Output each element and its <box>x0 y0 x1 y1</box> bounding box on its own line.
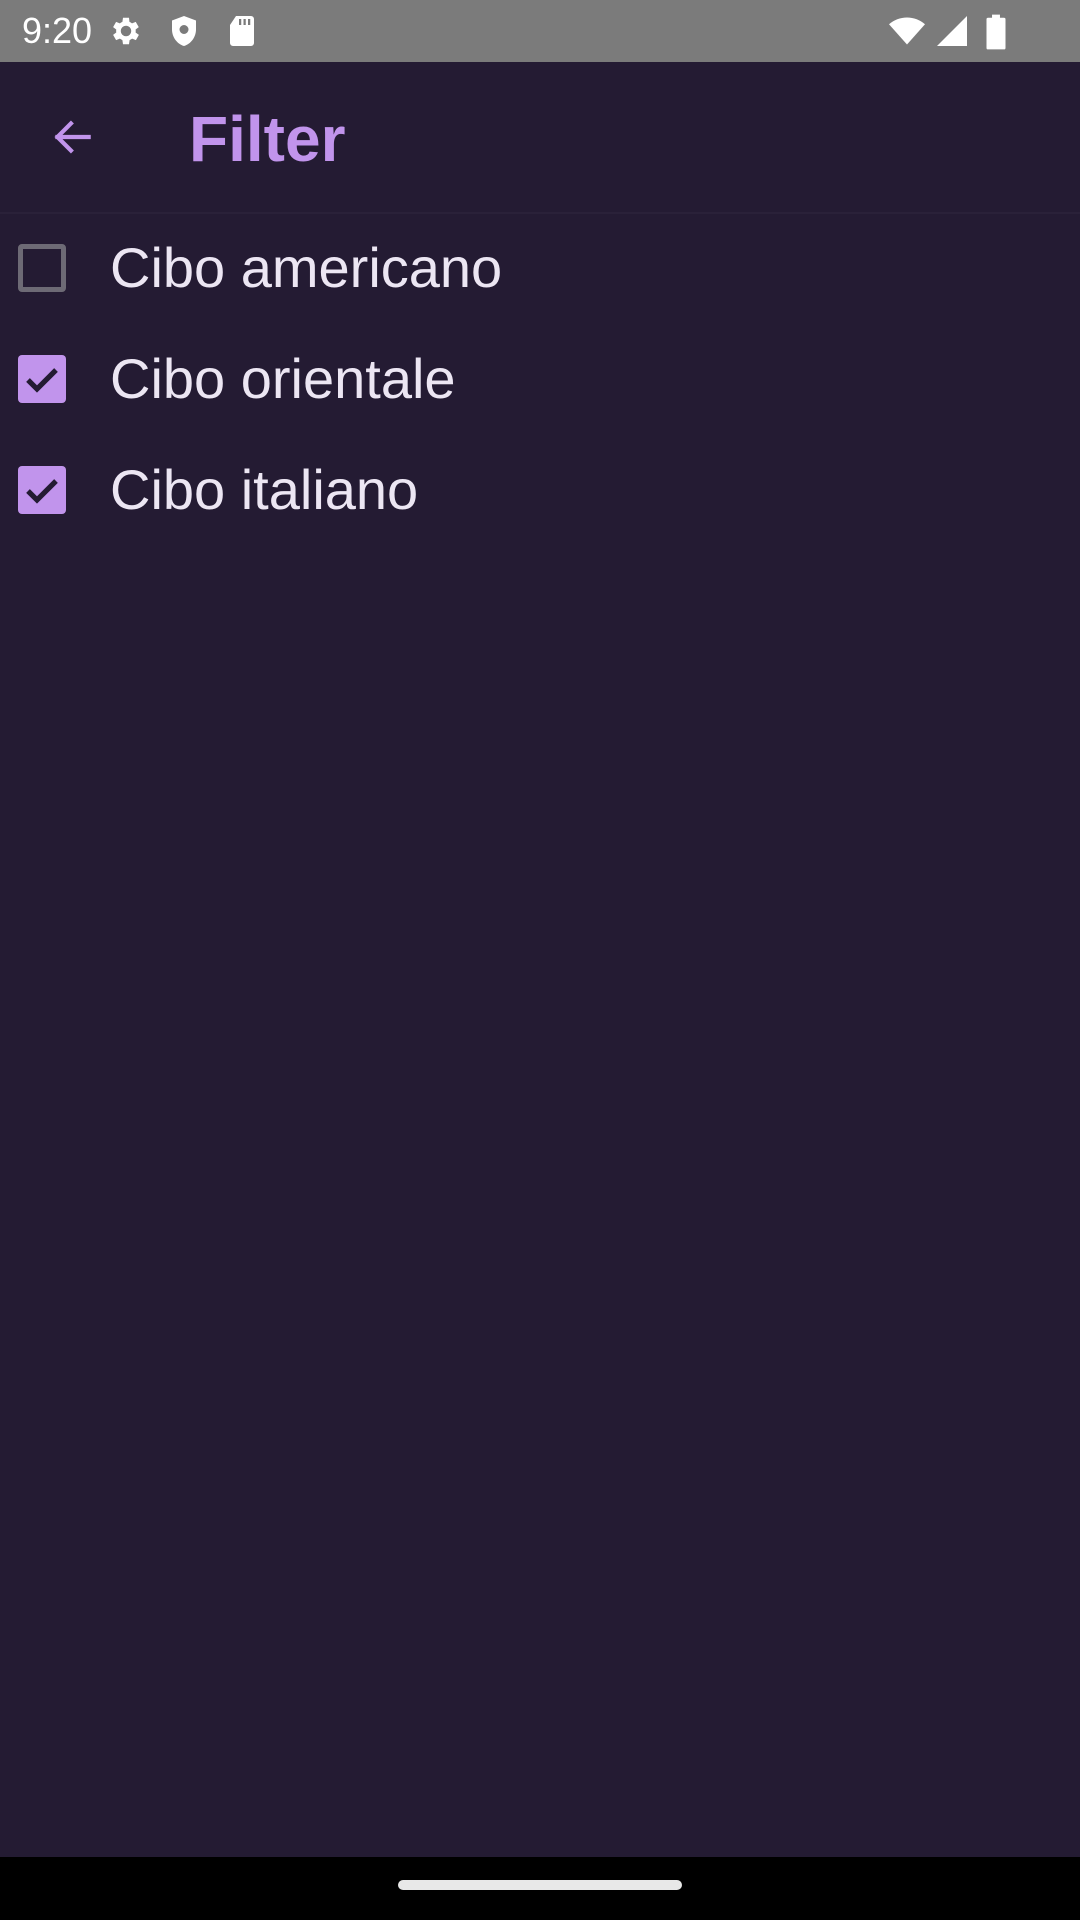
filter-label: Cibo orientale <box>110 346 456 410</box>
navigation-bar <box>0 1857 1080 1920</box>
checkbox[interactable] <box>18 243 66 292</box>
gear-icon <box>108 13 144 49</box>
checkbox[interactable] <box>18 465 66 514</box>
battery-icon <box>982 13 1018 50</box>
checkmark-icon <box>26 367 58 393</box>
status-time: 9:20 <box>22 10 93 51</box>
sd-card-icon <box>224 13 260 49</box>
wifi-icon <box>888 13 925 49</box>
status-bar: 9:20 <box>0 0 1080 62</box>
app-bar: Filter <box>0 62 1080 214</box>
filter-screen: 9:20 Filter Cibo americano Cibo oriental… <box>0 0 1080 1920</box>
home-gesture-handle[interactable] <box>398 1880 682 1890</box>
back-button[interactable] <box>30 97 114 181</box>
arrow-left-icon <box>47 112 97 167</box>
filter-item-cibo-orientale[interactable]: Cibo orientale <box>0 323 1080 434</box>
filter-item-cibo-italiano[interactable]: Cibo italiano <box>0 434 1080 545</box>
filter-label: Cibo italiano <box>110 457 419 521</box>
checkbox[interactable] <box>18 354 66 403</box>
signal-icon <box>934 13 970 49</box>
page-title: Filter <box>189 103 346 175</box>
filter-label: Cibo americano <box>110 235 503 299</box>
shield-icon <box>166 13 202 49</box>
checkmark-icon <box>26 478 58 504</box>
filter-item-cibo-americano[interactable]: Cibo americano <box>0 212 1080 323</box>
filter-list: Cibo americano Cibo orientale Cibo itali… <box>0 212 1080 545</box>
